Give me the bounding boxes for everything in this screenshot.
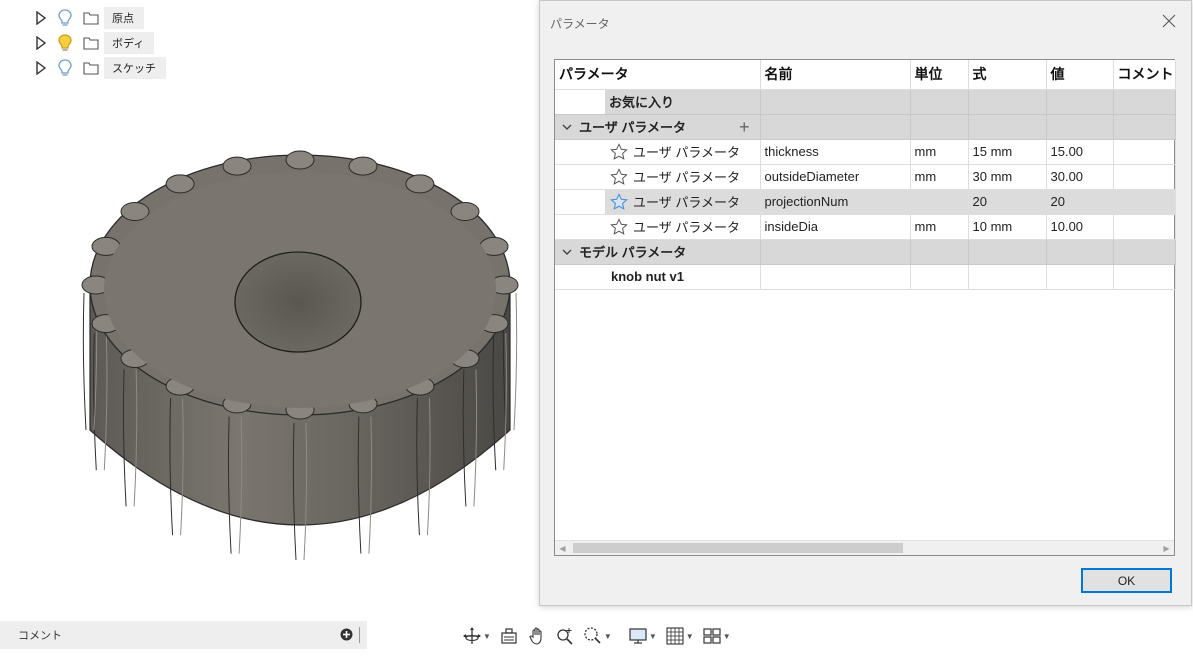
comments-panel: コメント (0, 621, 367, 649)
expand-triangle-icon[interactable] (30, 60, 52, 75)
parameter-comment[interactable] (1113, 189, 1176, 215)
browser-tree: 原点 ボディ スケッチ (30, 5, 166, 80)
folder-icon (78, 61, 104, 75)
knob-nut-3d-model[interactable] (80, 130, 520, 583)
browser-node-label[interactable]: 原点 (104, 6, 144, 29)
model-item-label: knob nut v1 (611, 269, 684, 284)
display-settings-icon[interactable]: ▼ (628, 626, 657, 646)
horizontal-scrollbar[interactable]: ◀ ▶ (555, 540, 1174, 555)
parameters-table-container: パラメータ 名前 単位 式 値 コメント お気に入り ユーザ パラメータ + ユ… (554, 59, 1176, 556)
table-row-selected[interactable]: ユーザ パラメータ projectionNum 20 20 (555, 189, 1176, 215)
add-comment-icon[interactable] (340, 628, 353, 644)
table-row-model[interactable]: knob nut v1 (555, 264, 1176, 290)
table-header-row: パラメータ 名前 単位 式 値 コメント (555, 60, 1176, 90)
parameter-name[interactable]: insideDia (760, 214, 911, 240)
user-parameters-group-row[interactable]: ユーザ パラメータ + (555, 114, 1176, 140)
lightbulb-icon[interactable] (52, 8, 78, 27)
chevron-down-icon[interactable] (559, 123, 575, 131)
parameters-table: パラメータ 名前 単位 式 値 コメント お気に入り ユーザ パラメータ + ユ… (555, 60, 1176, 290)
scroll-left-icon[interactable]: ◀ (555, 541, 570, 555)
lightbulb-icon[interactable] (52, 58, 78, 77)
parameter-comment[interactable] (1113, 139, 1176, 165)
dialog-title: パラメータ (550, 17, 610, 31)
parameter-unit[interactable] (910, 189, 969, 215)
column-header-expression[interactable]: 式 (968, 60, 1047, 90)
table-row[interactable]: ユーザ パラメータ outsideDiameter mm 30 mm 30.00 (555, 164, 1176, 190)
parameter-value: 10.00 (1046, 214, 1114, 240)
parameter-type: ユーザ パラメータ (633, 195, 740, 210)
folder-icon (78, 36, 104, 50)
parameter-value: 20 (1046, 189, 1114, 215)
table-row[interactable]: ユーザ パラメータ insideDia mm 10 mm 10.00 (555, 214, 1176, 240)
add-parameter-icon[interactable]: + (739, 118, 756, 136)
close-icon[interactable] (1161, 13, 1177, 29)
ok-button[interactable]: OK (1081, 568, 1172, 593)
column-header-parameter[interactable]: パラメータ (555, 60, 761, 90)
column-header-comment[interactable]: コメント (1113, 60, 1176, 90)
browser-node-sketches[interactable]: スケッチ (30, 55, 166, 80)
grid-settings-icon[interactable]: ▼ (665, 626, 694, 646)
column-header-value[interactable]: 値 (1046, 60, 1114, 90)
favorites-label: お気に入り (605, 89, 761, 115)
panel-resize-handle[interactable] (359, 627, 361, 643)
expand-triangle-icon[interactable] (30, 35, 52, 50)
scrollbar-thumb[interactable] (573, 543, 903, 553)
parameter-expression[interactable]: 20 (968, 189, 1047, 215)
folder-icon (78, 11, 104, 25)
parameter-expression[interactable]: 10 mm (968, 214, 1047, 240)
favorite-star-icon[interactable] (609, 142, 629, 162)
expand-triangle-icon[interactable] (30, 10, 52, 25)
table-row[interactable]: ユーザ パラメータ thickness mm 15 mm 15.00 (555, 139, 1176, 165)
model-parameters-group-row[interactable]: モデル パラメータ (555, 239, 1176, 265)
browser-node-origin[interactable]: 原点 (30, 5, 166, 30)
parameter-unit[interactable]: mm (910, 164, 969, 190)
pan-icon[interactable] (527, 626, 547, 646)
navigation-toolbar: ▼ ▼ ▼ ▼ ▼ (462, 624, 739, 648)
lightbulb-on-icon[interactable] (52, 33, 78, 52)
chevron-down-icon[interactable] (559, 248, 575, 256)
parameters-dialog: パラメータ パラメータ 名前 単位 式 値 コメント お気に入り ユーザ パラメ… (539, 0, 1192, 606)
parameter-name[interactable]: outsideDiameter (760, 164, 911, 190)
parameter-name[interactable]: projectionNum (760, 189, 911, 215)
parameter-value: 30.00 (1046, 164, 1114, 190)
browser-node-label[interactable]: スケッチ (104, 56, 166, 79)
scroll-right-icon[interactable]: ▶ (1159, 541, 1174, 555)
parameter-comment[interactable] (1113, 214, 1176, 240)
model-parameters-group-label: モデル パラメータ (579, 245, 687, 260)
zoom-icon[interactable] (555, 626, 575, 646)
user-parameters-group-label: ユーザ パラメータ (579, 120, 686, 135)
parameter-unit[interactable]: mm (910, 214, 969, 240)
fit-icon[interactable]: ▼ (583, 626, 612, 646)
favorites-row[interactable]: お気に入り (555, 89, 1176, 115)
parameter-value: 15.00 (1046, 139, 1114, 165)
parameter-name[interactable]: thickness (760, 139, 911, 165)
parameter-unit[interactable]: mm (910, 139, 969, 165)
chevron-right-icon[interactable] (605, 272, 607, 282)
parameter-type: ユーザ パラメータ (633, 145, 740, 160)
column-header-unit[interactable]: 単位 (910, 60, 969, 90)
orbit-icon[interactable]: ▼ (462, 626, 491, 646)
browser-node-bodies[interactable]: ボディ (30, 30, 166, 55)
viewports-icon[interactable]: ▼ (702, 626, 731, 646)
parameter-type: ユーザ パラメータ (633, 170, 740, 185)
favorite-star-icon[interactable] (609, 217, 629, 237)
comments-label: コメント (18, 630, 62, 642)
parameter-comment[interactable] (1113, 164, 1176, 190)
favorite-star-icon[interactable] (609, 192, 629, 212)
parameter-expression[interactable]: 15 mm (968, 139, 1047, 165)
favorite-star-icon[interactable] (609, 167, 629, 187)
browser-node-label[interactable]: ボディ (104, 31, 155, 54)
parameter-type: ユーザ パラメータ (633, 220, 740, 235)
look-at-icon[interactable] (499, 626, 519, 646)
column-header-name[interactable]: 名前 (760, 60, 911, 90)
parameter-expression[interactable]: 30 mm (968, 164, 1047, 190)
